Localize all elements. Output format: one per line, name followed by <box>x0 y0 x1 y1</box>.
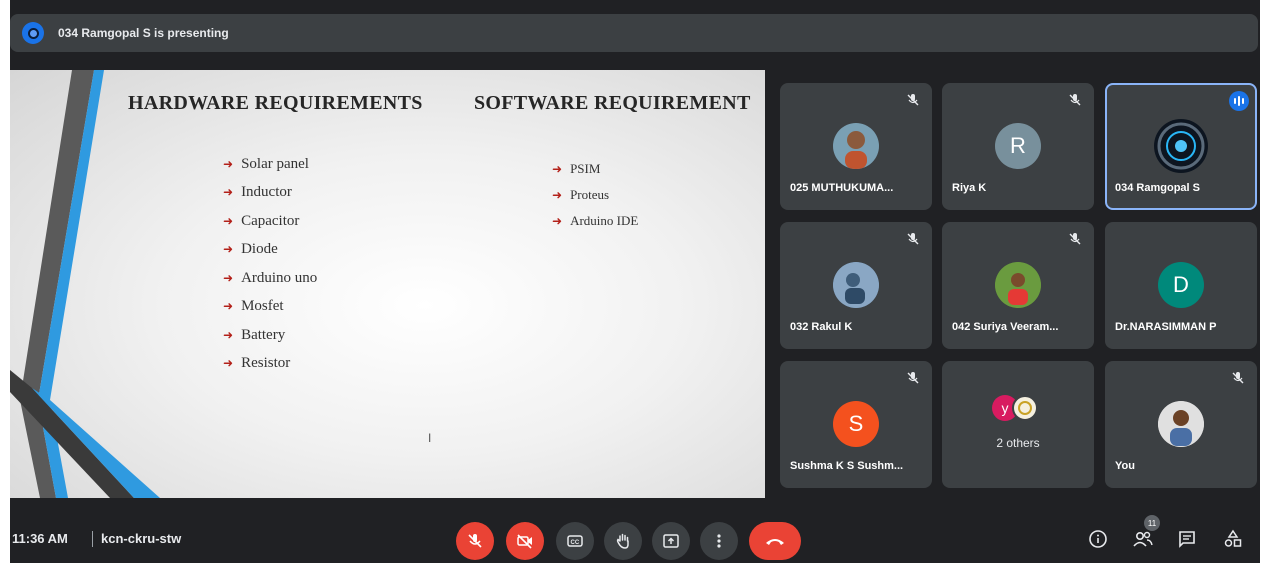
mic-muted-icon <box>1232 372 1244 384</box>
meeting-info-button[interactable] <box>1087 528 1109 550</box>
participant-name: Dr.NARASIMMAN P <box>1115 321 1217 333</box>
software-list: ➜ PSIM ➜ Proteus ➜ Arduino IDE <box>552 156 638 234</box>
mic-off-icon <box>468 534 482 548</box>
chat-icon <box>1179 531 1195 548</box>
present-icon <box>663 534 679 548</box>
arrow-bullet-icon: ➜ <box>223 299 234 314</box>
hardware-title: HARDWARE REQUIREMENTS <box>128 92 423 114</box>
list-item: ➜ Mosfet <box>223 298 284 315</box>
participant-tile-active[interactable]: 034 Ramgopal S <box>1105 83 1257 210</box>
list-item: ➜ Inductor <box>223 184 292 201</box>
list-item: ➜ Diode <box>223 241 278 258</box>
participant-name: 025 MUTHUKUMA... <box>790 182 894 194</box>
list-item: ➜ Arduino IDE <box>552 213 639 228</box>
arrow-bullet-icon: ➜ <box>223 327 234 342</box>
software-title: SOFTWARE REQUIREMENT <box>474 92 751 114</box>
participant-name: Riya K <box>952 182 987 194</box>
participant-tile[interactable]: 042 Suriya Veeram... <box>942 222 1094 349</box>
activities-button[interactable] <box>1222 528 1244 550</box>
mic-muted-icon <box>907 233 919 245</box>
list-item: ➜ Resistor <box>223 355 291 372</box>
logo-avatar <box>1154 119 1208 173</box>
participant-avatar-letter: R <box>995 123 1041 169</box>
participant-avatar-letter: D <box>1158 262 1204 308</box>
clock: 11:36 AM <box>12 531 68 546</box>
arrow-bullet-icon: ➜ <box>223 156 234 171</box>
others-label: 2 others <box>996 436 1040 450</box>
mic-muted-icon <box>907 94 919 106</box>
people-icon <box>1133 531 1153 547</box>
participant-name: 034 Ramgopal S <box>1115 182 1200 194</box>
list-item: ➜ Proteus <box>552 187 610 202</box>
others-tile[interactable]: y 2 others <box>942 361 1094 488</box>
participant-name: 042 Suriya Veeram... <box>952 321 1059 333</box>
mic-muted-icon <box>1069 94 1081 106</box>
meet-window: 034 Ramgopal S is presenting HARDWARE RE… <box>10 0 1260 563</box>
slide-decoration <box>10 70 160 498</box>
more-options-button[interactable] <box>700 522 738 560</box>
shared-slide: HARDWARE REQUIREMENTS SOFTWARE REQUIREME… <box>10 70 765 498</box>
participant-tile[interactable]: R Riya K <box>942 83 1094 210</box>
raise-hand-button[interactable] <box>604 522 642 560</box>
raise-hand-icon <box>616 533 629 549</box>
arrow-bullet-icon: ➜ <box>223 213 234 228</box>
presenting-icon <box>22 22 44 44</box>
svg-text:CC: CC <box>571 540 580 546</box>
present-button[interactable] <box>652 522 690 560</box>
captions-button[interactable]: CC <box>556 522 594 560</box>
participant-tile[interactable]: S Sushma K S Sushm... <box>780 361 932 488</box>
text-cursor-icon: I <box>428 431 432 445</box>
arrow-bullet-icon: ➜ <box>552 161 563 176</box>
participant-avatar-letter: S <box>833 401 879 447</box>
end-call-button[interactable] <box>749 522 801 560</box>
arrow-bullet-icon: ➜ <box>223 242 234 257</box>
arrow-bullet-icon: ➜ <box>552 187 563 202</box>
arrow-bullet-icon: ➜ <box>223 356 234 371</box>
list-item: ➜ Arduino uno <box>223 269 318 286</box>
end-call-icon <box>766 539 784 545</box>
participant-name: You <box>1115 460 1135 472</box>
captions-icon: CC <box>567 535 583 547</box>
list-item: ➜ Battery <box>223 326 286 343</box>
participant-photo <box>1158 401 1204 447</box>
list-item: ➜ Solar panel <box>223 155 309 172</box>
people-button[interactable] <box>1132 528 1154 550</box>
participant-photo <box>995 262 1041 308</box>
meeting-code: kcn-ckru-stw <box>101 531 182 546</box>
camera-off-icon <box>517 534 532 549</box>
arrow-bullet-icon: ➜ <box>552 213 563 228</box>
arrow-bullet-icon: ➜ <box>223 270 234 285</box>
arrow-bullet-icon: ➜ <box>223 185 234 200</box>
list-item: ➜ Capacitor <box>223 212 300 229</box>
participant-tile[interactable]: 025 MUTHUKUMA... <box>780 83 932 210</box>
info-icon <box>1089 530 1107 548</box>
presenting-text: 034 Ramgopal S is presenting <box>58 26 229 40</box>
participant-photo <box>833 123 879 169</box>
participant-photo <box>833 262 879 308</box>
participant-tile[interactable]: 032 Rakul K <box>780 222 932 349</box>
participant-name: 032 Rakul K <box>790 321 853 333</box>
camera-toggle-button[interactable] <box>506 522 544 560</box>
participant-photo <box>1012 395 1038 421</box>
participant-tile[interactable]: D Dr.NARASIMMAN P <box>1105 222 1257 349</box>
hardware-list: ➜ Solar panel ➜ Inductor ➜ Capacitor ➜ Diode… <box>223 150 317 378</box>
participant-tile-self[interactable]: You <box>1105 361 1257 488</box>
more-options-icon <box>717 534 721 548</box>
list-item: ➜ PSIM <box>552 161 601 176</box>
chat-button[interactable] <box>1176 528 1198 550</box>
speaking-indicator-icon <box>1229 91 1249 111</box>
mic-toggle-button[interactable] <box>456 522 494 560</box>
presenting-banner: 034 Ramgopal S is presenting <box>10 14 1258 52</box>
participant-name: Sushma K S Sushm... <box>790 460 904 472</box>
mic-muted-icon <box>907 372 919 384</box>
divider <box>92 531 93 547</box>
activities-icon <box>1224 529 1242 547</box>
mic-muted-icon <box>1069 233 1081 245</box>
